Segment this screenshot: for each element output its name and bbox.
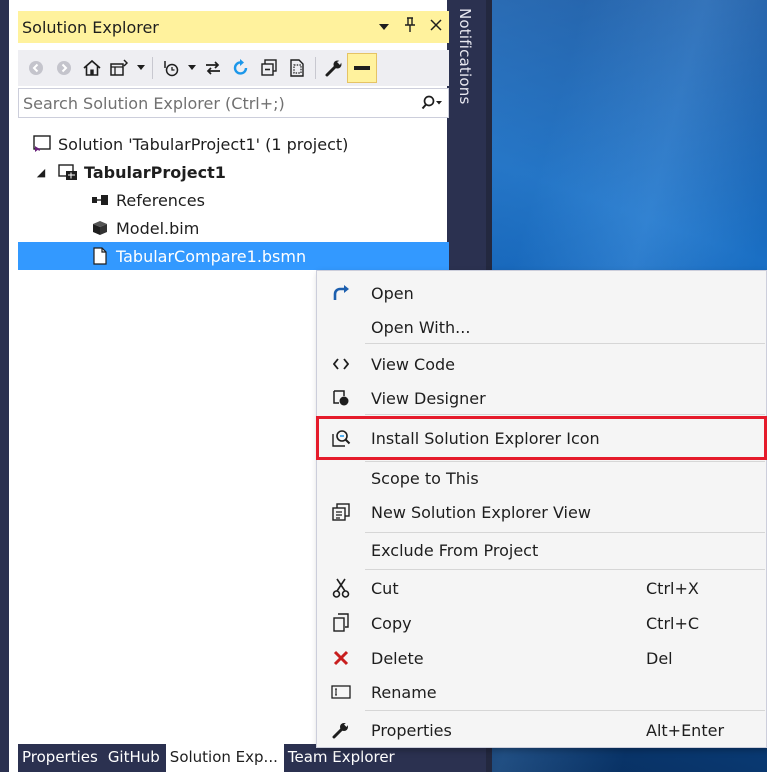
menu-separator: [365, 569, 765, 570]
context-menu: Open Open With... View Code View Designe…: [316, 270, 767, 748]
menu-item-properties[interactable]: Properties Alt+Enter: [317, 714, 766, 746]
tree-item-references[interactable]: References: [18, 186, 449, 214]
menu-separator: [365, 343, 765, 344]
menu-item-open[interactable]: Open: [317, 277, 766, 309]
model-label: Model.bim: [116, 218, 200, 238]
tree-solution-node[interactable]: Solution 'TabularProject1' (1 project): [18, 130, 449, 158]
tabular-compare-label: TabularCompare1.bsmn: [116, 246, 307, 266]
toolbar-separator: [152, 57, 153, 79]
new-view-icon: [317, 502, 365, 522]
solution-label: Solution 'TabularProject1' (1 project): [58, 134, 349, 154]
close-icon[interactable]: [423, 19, 449, 35]
search-icon[interactable]: [416, 95, 448, 111]
project-label: TabularProject1: [84, 162, 226, 182]
search-input[interactable]: [19, 93, 416, 113]
sync-with-document-icon[interactable]: [199, 54, 227, 82]
wrench-icon: [317, 721, 365, 739]
tree-item-tabular-compare[interactable]: TabularCompare1.bsmn: [18, 242, 449, 270]
back-icon[interactable]: [22, 54, 50, 82]
collapse-all-icon[interactable]: [255, 54, 283, 82]
tab-team-explorer[interactable]: Team Explorer: [284, 744, 401, 772]
collapse-triangle-icon[interactable]: ◢: [32, 166, 50, 179]
model-icon: [90, 218, 110, 238]
menu-item-new-solution-explorer-view[interactable]: New Solution Explorer View: [317, 496, 766, 528]
menu-item-copy[interactable]: Copy Ctrl+C: [317, 607, 766, 639]
properties-wrench-icon[interactable]: [320, 54, 348, 82]
preview-selected-items-icon[interactable]: [347, 53, 377, 83]
delete-x-icon: [317, 650, 365, 666]
menu-item-exclude-from-project[interactable]: Exclude From Project: [317, 534, 766, 566]
tree-item-model-bim[interactable]: Model.bim: [18, 214, 449, 242]
menu-separator: [365, 710, 765, 711]
home-icon[interactable]: [78, 54, 106, 82]
rename-icon: [317, 684, 365, 700]
tree-project-node[interactable]: ◢ TabularProject1: [18, 158, 449, 186]
toolbar-separator: [315, 57, 316, 79]
show-all-files-icon[interactable]: [283, 54, 311, 82]
menu-item-view-code[interactable]: View Code: [317, 348, 766, 380]
tab-github[interactable]: GitHub: [104, 744, 166, 772]
menu-item-view-designer[interactable]: View Designer: [317, 382, 766, 414]
panel-toolbar: [18, 50, 449, 86]
scissors-icon: [317, 578, 365, 598]
references-icon: [90, 190, 110, 210]
menu-item-scope-to-this[interactable]: Scope to This: [317, 462, 766, 494]
magnifier-icon: [317, 428, 365, 448]
menu-separator: [365, 532, 765, 533]
menu-item-cut[interactable]: Cut Ctrl+X: [317, 572, 766, 604]
open-arrow-icon: [317, 284, 365, 302]
forward-icon[interactable]: [50, 54, 78, 82]
switch-views-icon[interactable]: [106, 54, 134, 82]
menu-item-install-solution-explorer-icon[interactable]: Install Solution Explorer Icon: [316, 416, 767, 460]
switch-views-dropdown-icon[interactable]: [134, 54, 148, 82]
pending-changes-filter-icon[interactable]: [157, 54, 185, 82]
menu-item-delete[interactable]: Delete Del: [317, 642, 766, 674]
panel-titlebar: Solution Explorer: [18, 11, 449, 43]
tab-properties[interactable]: Properties: [18, 744, 104, 772]
bottom-tab-strip: Properties GitHub Solution Exp... Team E…: [18, 744, 456, 772]
file-icon: [90, 246, 110, 266]
menu-separator: [365, 414, 765, 415]
pin-icon[interactable]: [397, 17, 423, 37]
menu-item-open-with[interactable]: Open With...: [317, 311, 766, 343]
solution-icon: [32, 134, 52, 154]
copy-icon: [317, 613, 365, 633]
designer-icon: [317, 389, 365, 407]
tab-solution-explorer[interactable]: Solution Exp...: [165, 744, 284, 772]
refresh-icon[interactable]: [227, 54, 255, 82]
references-label: References: [116, 190, 205, 210]
solution-tree: Solution 'TabularProject1' (1 project) ◢…: [18, 130, 449, 270]
pending-changes-dropdown-icon[interactable]: [185, 54, 199, 82]
panel-title: Solution Explorer: [22, 17, 159, 37]
notifications-label[interactable]: Notifications: [456, 8, 474, 104]
menu-item-rename[interactable]: Rename: [317, 676, 766, 708]
window-position-dropdown-icon[interactable]: [371, 19, 397, 35]
search-box: [18, 88, 449, 118]
code-icon: [317, 358, 365, 370]
tabular-project-icon: [58, 162, 78, 182]
